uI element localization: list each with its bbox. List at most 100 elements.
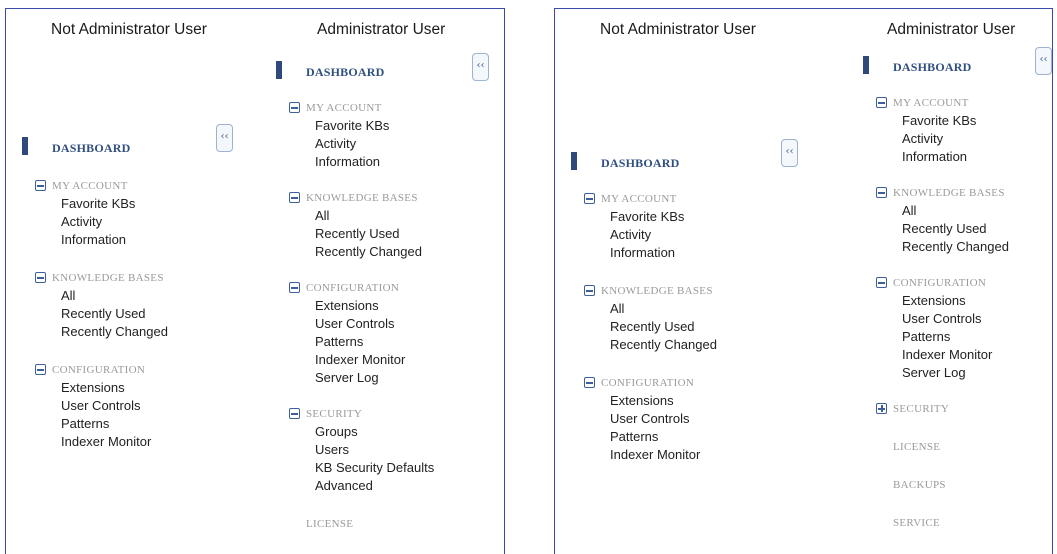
collapse-sidebar-button[interactable]: ‹‹ <box>472 53 489 81</box>
menu-item-indexer-monitor[interactable]: Indexer Monitor <box>315 351 434 369</box>
menu-item-favorite-kbs[interactable]: Favorite KBs <box>610 208 717 226</box>
section-header-my-account[interactable]: MY ACCOUNT <box>289 99 434 117</box>
collapse-sidebar-button[interactable]: ‹‹ <box>1035 47 1052 75</box>
dashboard-link[interactable]: DASHBOARD <box>276 61 434 81</box>
collapse-minus-icon[interactable] <box>876 187 887 198</box>
expand-plus-icon[interactable] <box>876 403 887 414</box>
menu-item-recently-used[interactable]: Recently Used <box>610 318 717 336</box>
section-header-configuration[interactable]: CONFIGURATION <box>876 274 1009 292</box>
menu-item-extensions[interactable]: Extensions <box>315 297 434 315</box>
menu-item-server-log[interactable]: Server Log <box>902 364 1009 382</box>
menu-item-recently-changed[interactable]: Recently Changed <box>315 243 434 261</box>
section-title: CONFIGURATION <box>52 364 146 376</box>
menu-item-favorite-kbs[interactable]: Favorite KBs <box>61 195 168 213</box>
menu-item-advanced[interactable]: Advanced <box>315 477 434 495</box>
dashboard-link[interactable]: DASHBOARD <box>863 56 1009 76</box>
menu-item-patterns[interactable]: Patterns <box>902 328 1009 346</box>
menu-item-user-controls[interactable]: User Controls <box>902 310 1009 328</box>
non-admin-title: Not Administrator User <box>51 21 207 38</box>
section-header-security[interactable]: SECURITY <box>289 405 434 423</box>
collapse-minus-icon[interactable] <box>289 102 300 113</box>
menu-item-patterns[interactable]: Patterns <box>610 428 717 446</box>
section-title: KNOWLEDGE BASES <box>52 272 164 284</box>
menu-link-license[interactable]: LICENSE <box>893 438 1009 456</box>
menu-item-all[interactable]: All <box>610 300 717 318</box>
section-header-configuration[interactable]: CONFIGURATION <box>289 279 434 297</box>
section-header-configuration[interactable]: CONFIGURATION <box>35 361 168 379</box>
section-header-knowledge-bases[interactable]: KNOWLEDGE BASES <box>35 269 168 287</box>
section-title: CONFIGURATION <box>601 377 695 389</box>
menu-item-recently-changed[interactable]: Recently Changed <box>61 323 168 341</box>
menu-item-user-controls[interactable]: User Controls <box>61 397 168 415</box>
double-chevron-left-icon: ‹‹ <box>220 131 229 142</box>
section-header-knowledge-bases[interactable]: KNOWLEDGE BASES <box>289 189 434 207</box>
menu-item-recently-changed[interactable]: Recently Changed <box>902 238 1009 256</box>
menu-item-indexer-monitor[interactable]: Indexer Monitor <box>61 433 168 451</box>
collapse-minus-icon[interactable] <box>584 285 595 296</box>
section-header-configuration[interactable]: CONFIGURATION <box>584 374 717 392</box>
collapse-sidebar-button[interactable]: ‹‹ <box>216 124 233 152</box>
menu-item-information[interactable]: Information <box>61 231 168 249</box>
menu-item-favorite-kbs[interactable]: Favorite KBs <box>315 117 434 135</box>
menu-item-activity[interactable]: Activity <box>315 135 434 153</box>
section-header-my-account[interactable]: MY ACCOUNT <box>876 94 1009 112</box>
collapse-minus-icon[interactable] <box>876 277 887 288</box>
menu-item-recently-used[interactable]: Recently Used <box>61 305 168 323</box>
collapse-minus-icon[interactable] <box>584 193 595 204</box>
dashboard-link[interactable]: DASHBOARD <box>571 152 717 172</box>
double-chevron-left-icon: ‹‹ <box>476 60 485 71</box>
section-knowledge-bases: KNOWLEDGE BASES All Recently Used Recent… <box>584 282 717 354</box>
menu-item-extensions[interactable]: Extensions <box>61 379 168 397</box>
section-knowledge-bases: KNOWLEDGE BASES All Recently Used Recent… <box>289 189 434 261</box>
menu-item-extensions[interactable]: Extensions <box>610 392 717 410</box>
menu-item-activity[interactable]: Activity <box>61 213 168 231</box>
non-admin-nav-menu: DASHBOARD MY ACCOUNT Favorite KBs Activi… <box>571 152 717 464</box>
section-header-my-account[interactable]: MY ACCOUNT <box>35 177 168 195</box>
menu-link-service[interactable]: SERVICE <box>893 514 1009 532</box>
menu-item-patterns[interactable]: Patterns <box>61 415 168 433</box>
menu-item-user-controls[interactable]: User Controls <box>315 315 434 333</box>
collapse-minus-icon[interactable] <box>289 282 300 293</box>
active-indicator-bar <box>863 56 869 74</box>
collapse-minus-icon[interactable] <box>876 97 887 108</box>
menu-item-all[interactable]: All <box>902 202 1009 220</box>
menu-item-kb-security-defaults[interactable]: KB Security Defaults <box>315 459 434 477</box>
menu-link-backups[interactable]: BACKUPS <box>893 476 1009 494</box>
section-my-account: MY ACCOUNT Favorite KBs Activity Informa… <box>289 99 434 171</box>
menu-item-server-log[interactable]: Server Log <box>315 369 434 387</box>
menu-item-recently-used[interactable]: Recently Used <box>315 225 434 243</box>
menu-item-information[interactable]: Information <box>902 148 1009 166</box>
menu-item-user-controls[interactable]: User Controls <box>610 410 717 428</box>
menu-item-indexer-monitor[interactable]: Indexer Monitor <box>610 446 717 464</box>
menu-item-activity[interactable]: Activity <box>902 130 1009 148</box>
menu-item-users[interactable]: Users <box>315 441 434 459</box>
section-header-my-account[interactable]: MY ACCOUNT <box>584 190 717 208</box>
collapse-minus-icon[interactable] <box>289 408 300 419</box>
collapse-minus-icon[interactable] <box>584 377 595 388</box>
menu-item-indexer-monitor[interactable]: Indexer Monitor <box>902 346 1009 364</box>
collapse-minus-icon[interactable] <box>289 192 300 203</box>
menu-item-all[interactable]: All <box>61 287 168 305</box>
section-title: MY ACCOUNT <box>52 180 128 192</box>
menu-item-all[interactable]: All <box>315 207 434 225</box>
admin-title: Administrator User <box>887 21 1016 38</box>
section-header-security[interactable]: SECURITY <box>876 400 1009 418</box>
collapse-minus-icon[interactable] <box>35 272 46 283</box>
section-header-knowledge-bases[interactable]: KNOWLEDGE BASES <box>584 282 717 300</box>
menu-item-activity[interactable]: Activity <box>610 226 717 244</box>
menu-item-information[interactable]: Information <box>610 244 717 262</box>
menu-item-patterns[interactable]: Patterns <box>315 333 434 351</box>
collapse-minus-icon[interactable] <box>35 180 46 191</box>
section-header-knowledge-bases[interactable]: KNOWLEDGE BASES <box>876 184 1009 202</box>
menu-item-recently-used[interactable]: Recently Used <box>902 220 1009 238</box>
menu-item-groups[interactable]: Groups <box>315 423 434 441</box>
menu-item-favorite-kbs[interactable]: Favorite KBs <box>902 112 1009 130</box>
menu-item-recently-changed[interactable]: Recently Changed <box>610 336 717 354</box>
menu-item-extensions[interactable]: Extensions <box>902 292 1009 310</box>
dashboard-link[interactable]: DASHBOARD <box>22 137 168 157</box>
menu-item-information[interactable]: Information <box>315 153 434 171</box>
menu-link-license[interactable]: LICENSE <box>306 515 434 533</box>
collapse-minus-icon[interactable] <box>35 364 46 375</box>
admin-title: Administrator User <box>317 21 446 38</box>
collapse-sidebar-button[interactable]: ‹‹ <box>781 139 798 167</box>
